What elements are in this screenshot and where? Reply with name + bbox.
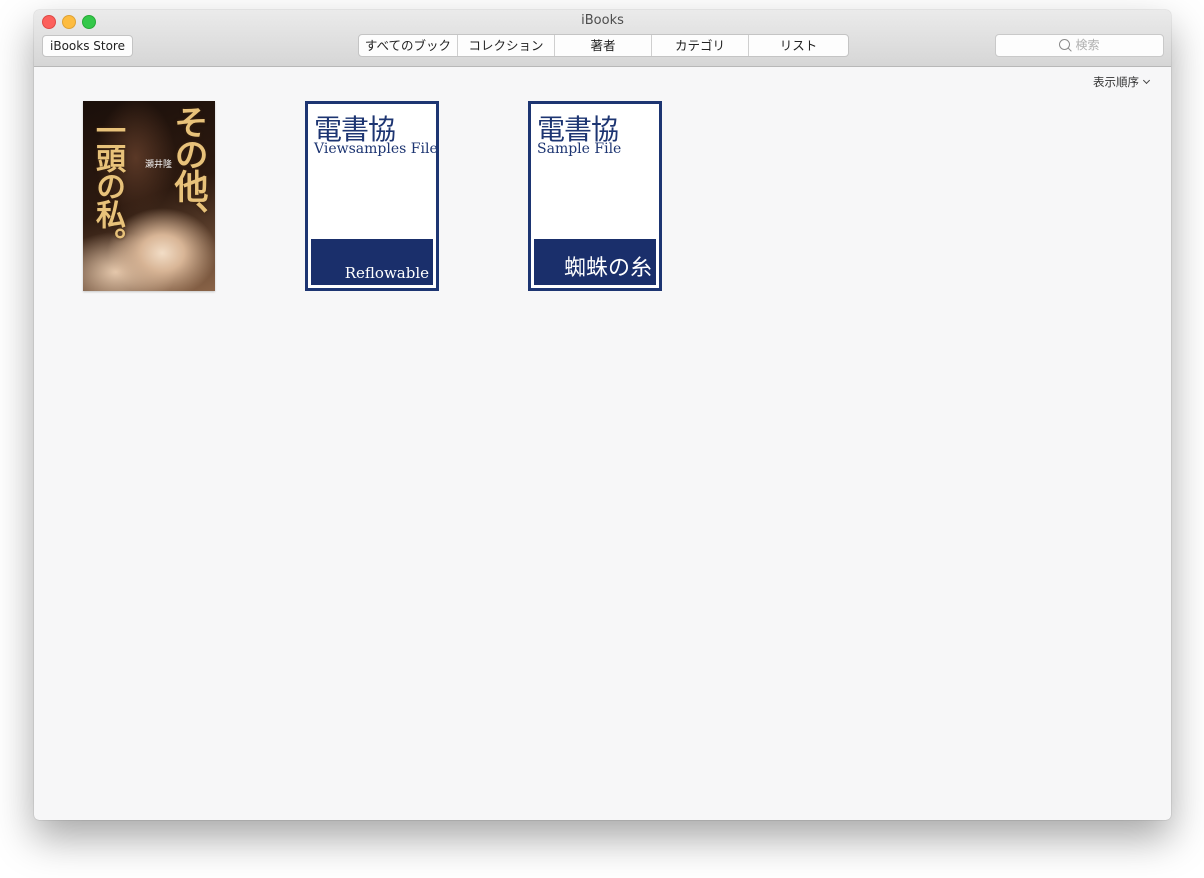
search-icon [1059,39,1071,50]
book-subtitle: Sample File [537,141,622,157]
book-cover-sample-file[interactable]: 電書協 Sample File 蜘蛛の糸 [528,101,662,291]
book-cover-viewsamples[interactable]: 電書協 Viewsamples File Reflowable [305,101,439,291]
book-subtitle: Viewsamples File [314,141,438,157]
book-label-panel: Reflowable [311,239,433,285]
tab-collections[interactable]: コレクション [458,35,555,56]
chevron-down-icon [1142,76,1151,85]
book-label: Reflowable [344,264,429,282]
app-window: iBooks iBooks Store すべてのブック コレクション 著者 カテ… [34,10,1171,820]
book-cover-sonota[interactable]: その他、 一頭の私。 瀬井隆 [83,101,215,291]
toolbar: iBooks iBooks Store すべてのブック コレクション 著者 カテ… [34,10,1171,67]
tab-all-books[interactable]: すべてのブック [359,35,458,56]
book-author: 瀬井隆 [145,160,173,170]
book-label-panel: 蜘蛛の糸 [534,239,656,285]
window-title: iBooks [581,13,624,28]
book-title-line2: 一頭の私。 [90,115,125,255]
library-view-segmented-control: すべてのブック コレクション 著者 カテゴリ リスト [358,34,849,57]
search-field[interactable]: 検索 [995,34,1164,57]
sort-order-menu[interactable]: 表示順序 [1093,74,1151,90]
ibooks-store-button[interactable]: iBooks Store [42,35,133,57]
book-label: 蜘蛛の糸 [563,256,652,281]
tab-authors[interactable]: 著者 [555,35,652,56]
sort-order-label: 表示順序 [1093,75,1139,89]
tab-lists[interactable]: リスト [749,35,848,56]
tab-categories[interactable]: カテゴリ [652,35,749,56]
search-placeholder: 検索 [1075,38,1100,52]
